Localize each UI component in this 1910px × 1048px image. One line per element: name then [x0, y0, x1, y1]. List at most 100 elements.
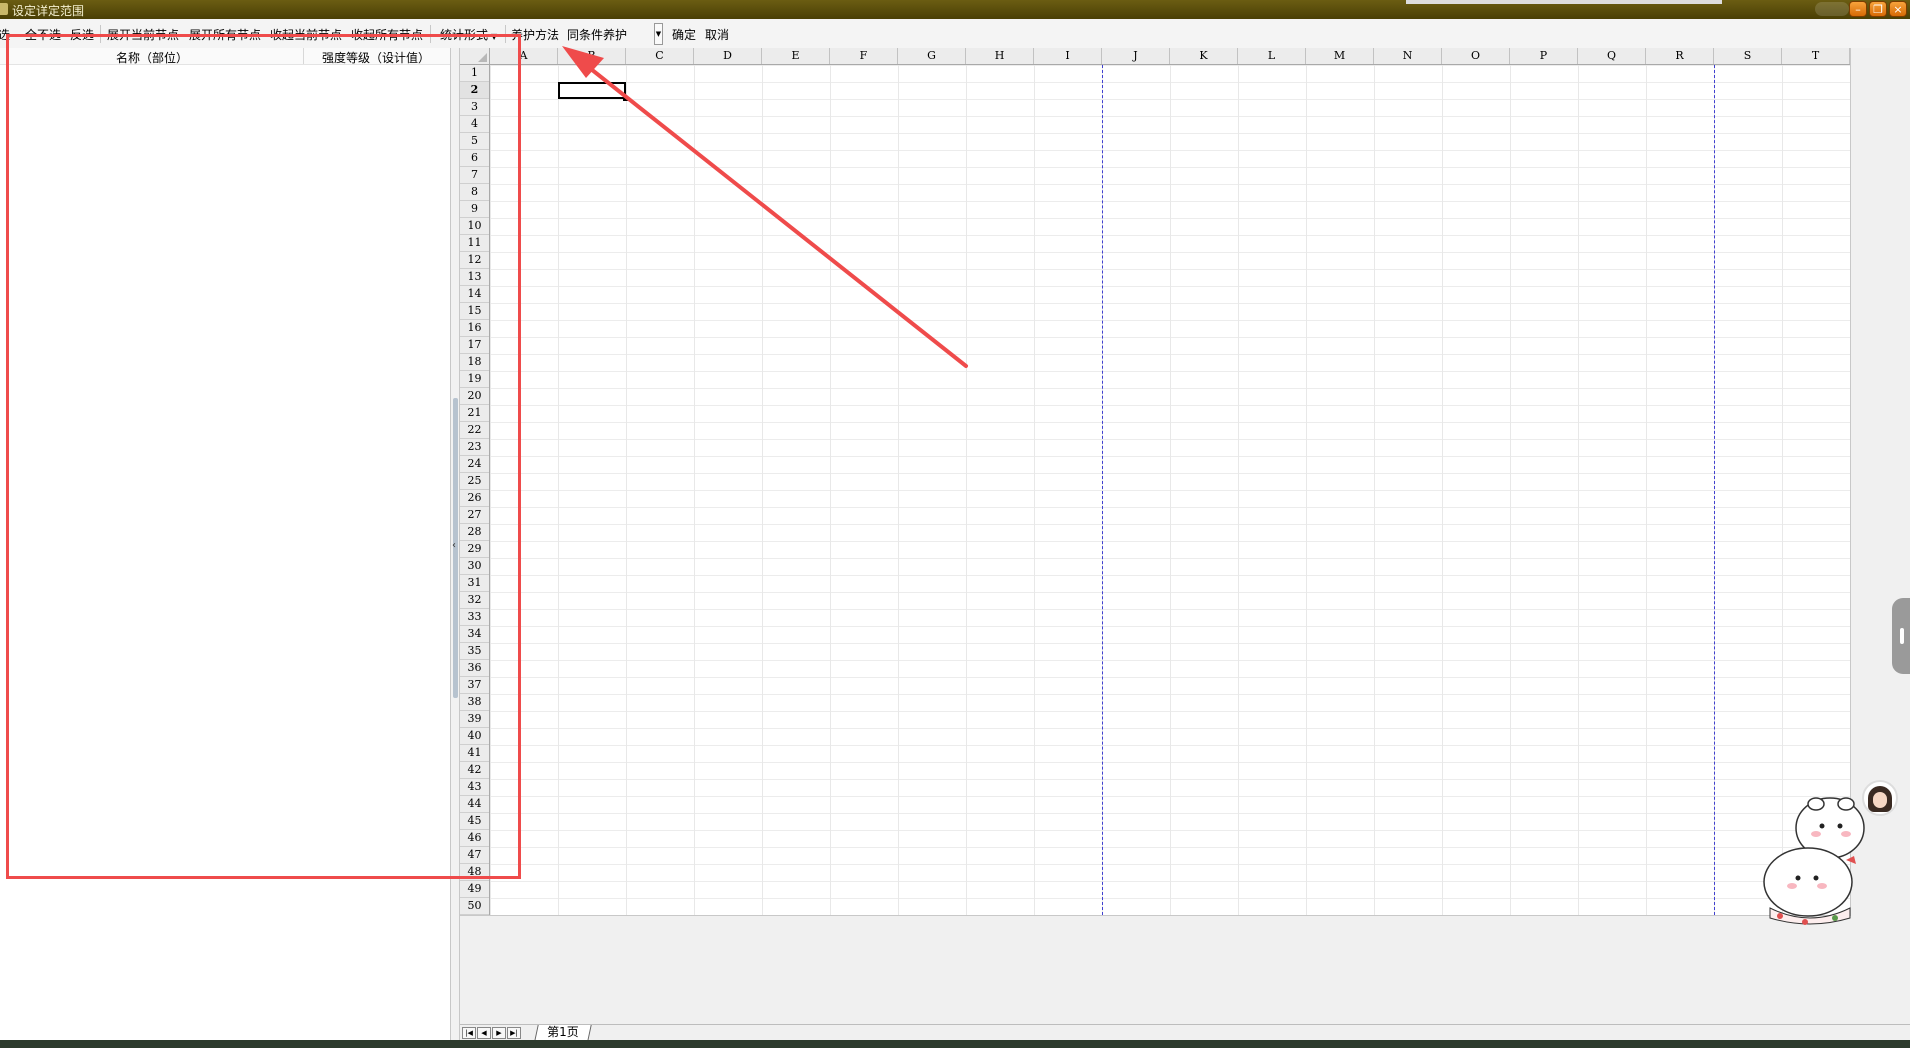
row-header-27[interactable]: 27 — [460, 507, 489, 524]
row-header-50[interactable]: 50 — [460, 898, 489, 915]
column-header-P[interactable]: P — [1510, 48, 1578, 64]
row-header-4[interactable]: 4 — [460, 116, 489, 133]
tree-column-divider[interactable] — [303, 48, 304, 64]
last-page-icon[interactable]: ▶| — [507, 1027, 521, 1039]
select-none-button[interactable]: 全不选 — [25, 26, 61, 43]
select-all-corner[interactable] — [460, 48, 490, 65]
tree-column-name[interactable]: 名称（部位） — [116, 49, 188, 66]
prev-page-icon[interactable]: ◀ — [477, 1027, 491, 1039]
row-header-19[interactable]: 19 — [460, 371, 489, 388]
column-header-N[interactable]: N — [1374, 48, 1442, 64]
row-header-1[interactable]: 1 — [460, 65, 489, 82]
row-header-3[interactable]: 3 — [460, 99, 489, 116]
next-page-icon[interactable]: ▶ — [492, 1027, 506, 1039]
column-header-C[interactable]: C — [626, 48, 694, 64]
stat-form-dropdown[interactable]: 统计形式 ▼ — [440, 26, 497, 43]
first-page-icon[interactable]: |◀ — [462, 1027, 476, 1039]
row-header-31[interactable]: 31 — [460, 575, 489, 592]
row-header-7[interactable]: 7 — [460, 167, 489, 184]
row-header-23[interactable]: 23 — [460, 439, 489, 456]
column-header-M[interactable]: M — [1306, 48, 1374, 64]
same-condition-curing-button[interactable]: 同条件养护 — [567, 26, 627, 43]
tree-column-grade[interactable]: 强度等级（设计值） — [322, 49, 430, 66]
row-header-17[interactable]: 17 — [460, 337, 489, 354]
expand-all-nodes-button[interactable]: 展开所有节点 — [189, 26, 261, 43]
row-header-40[interactable]: 40 — [460, 728, 489, 745]
expand-current-node-button[interactable]: 展开当前节点 — [107, 26, 179, 43]
row-header-12[interactable]: 12 — [460, 252, 489, 269]
row-header-36[interactable]: 36 — [460, 660, 489, 677]
row-header-26[interactable]: 26 — [460, 490, 489, 507]
row-header-38[interactable]: 38 — [460, 694, 489, 711]
row-header-33[interactable]: 33 — [460, 609, 489, 626]
column-header-F[interactable]: F — [830, 48, 898, 64]
row-header-42[interactable]: 42 — [460, 762, 489, 779]
column-header-D[interactable]: D — [694, 48, 762, 64]
column-header-G[interactable]: G — [898, 48, 966, 64]
curing-method-button[interactable]: 养护方法 — [511, 26, 559, 43]
column-header-T[interactable]: T — [1782, 48, 1850, 64]
row-header-13[interactable]: 13 — [460, 269, 489, 286]
column-header-I[interactable]: I — [1034, 48, 1102, 64]
row-header-6[interactable]: 6 — [460, 150, 489, 167]
curing-combo-arrow[interactable]: ▼ — [654, 23, 663, 45]
column-header-K[interactable]: K — [1170, 48, 1238, 64]
cell-grid[interactable] — [490, 65, 1850, 915]
row-header-16[interactable]: 16 — [460, 320, 489, 337]
restore-button[interactable]: ❐ — [1869, 1, 1887, 17]
row-header-34[interactable]: 34 — [460, 626, 489, 643]
row-header-46[interactable]: 46 — [460, 830, 489, 847]
row-header-28[interactable]: 28 — [460, 524, 489, 541]
column-header-H[interactable]: H — [966, 48, 1034, 64]
column-header-S[interactable]: S — [1714, 48, 1782, 64]
row-header-41[interactable]: 41 — [460, 745, 489, 762]
row-header-30[interactable]: 30 — [460, 558, 489, 575]
row-header-44[interactable]: 44 — [460, 796, 489, 813]
row-header-29[interactable]: 29 — [460, 541, 489, 558]
column-header-J[interactable]: J — [1102, 48, 1170, 64]
row-header-47[interactable]: 47 — [460, 847, 489, 864]
row-header-9[interactable]: 9 — [460, 201, 489, 218]
row-header-10[interactable]: 10 — [460, 218, 489, 235]
minimize-button[interactable]: – — [1849, 1, 1867, 17]
row-header-14[interactable]: 14 — [460, 286, 489, 303]
collapse-current-node-button[interactable]: 收起当前节点 — [270, 26, 342, 43]
close-button[interactable]: × — [1889, 1, 1907, 17]
collapse-all-nodes-button[interactable]: 收起所有节点 — [351, 26, 423, 43]
row-header-49[interactable]: 49 — [460, 881, 489, 898]
row-header-43[interactable]: 43 — [460, 779, 489, 796]
row-header-45[interactable]: 45 — [460, 813, 489, 830]
row-header-18[interactable]: 18 — [460, 354, 489, 371]
row-header-22[interactable]: 22 — [460, 422, 489, 439]
row-header-48[interactable]: 48 — [460, 864, 489, 881]
row-header-24[interactable]: 24 — [460, 456, 489, 473]
column-header-R[interactable]: R — [1646, 48, 1714, 64]
row-header-5[interactable]: 5 — [460, 133, 489, 150]
row-header-39[interactable]: 39 — [460, 711, 489, 728]
confirm-button[interactable]: 确定 — [672, 26, 696, 43]
side-panel-handle[interactable] — [1892, 598, 1910, 674]
row-header-21[interactable]: 21 — [460, 405, 489, 422]
column-header-A[interactable]: A — [490, 48, 558, 64]
row-header-20[interactable]: 20 — [460, 388, 489, 405]
panel-splitter[interactable]: ‹ — [450, 48, 460, 1040]
row-header-32[interactable]: 32 — [460, 592, 489, 609]
row-header-8[interactable]: 8 — [460, 184, 489, 201]
column-header-Q[interactable]: Q — [1578, 48, 1646, 64]
chevron-left-icon[interactable]: ‹ — [452, 540, 456, 551]
row-header-15[interactable]: 15 — [460, 303, 489, 320]
active-cell[interactable] — [558, 82, 628, 101]
column-header-O[interactable]: O — [1442, 48, 1510, 64]
row-header-11[interactable]: 11 — [460, 235, 489, 252]
sheet-tab[interactable]: 第1页 — [534, 1025, 592, 1041]
invert-selection-button[interactable]: 反选 — [70, 26, 94, 43]
row-header-37[interactable]: 37 — [460, 677, 489, 694]
column-header-L[interactable]: L — [1238, 48, 1306, 64]
select-all-button[interactable]: 全选 — [0, 26, 10, 43]
row-header-35[interactable]: 35 — [460, 643, 489, 660]
row-header-25[interactable]: 25 — [460, 473, 489, 490]
cancel-button[interactable]: 取消 — [705, 26, 729, 43]
column-header-E[interactable]: E — [762, 48, 830, 64]
row-header-2[interactable]: 2 — [460, 82, 489, 99]
column-header-B[interactable]: B — [558, 48, 626, 64]
